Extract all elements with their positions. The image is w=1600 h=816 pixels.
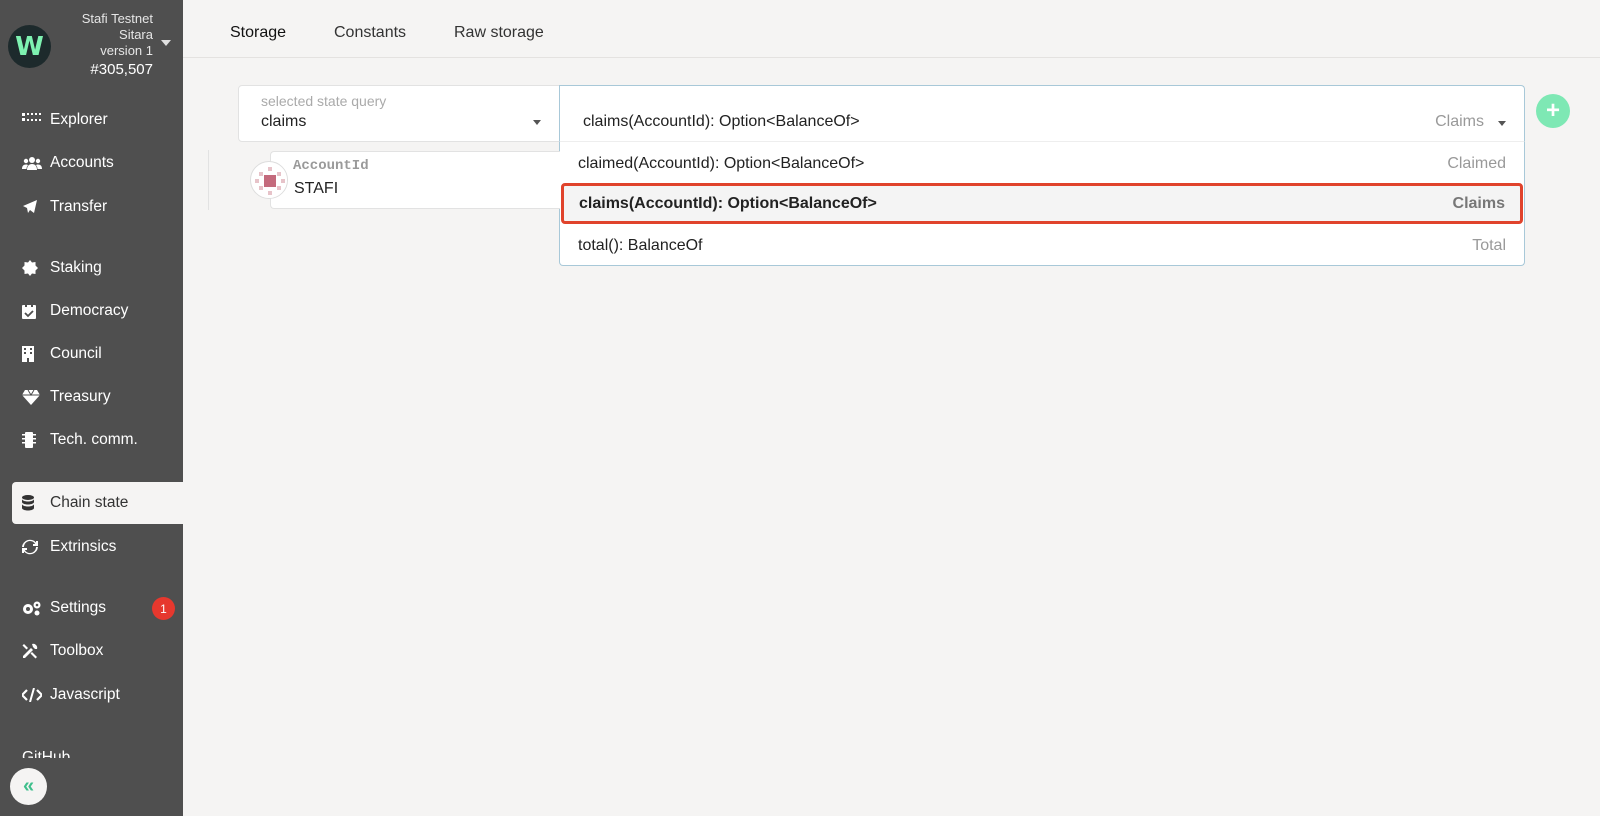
chain-name-line1: Stafi Testnet [81, 11, 153, 26]
chain-version: version 1 [100, 43, 153, 58]
chain-logo: W [8, 25, 51, 68]
tab-bar: Storage Constants Raw storage [183, 0, 1600, 58]
method-select-value: claims(AccountId): Option<BalanceOf> [583, 113, 860, 130]
sidebar-item-label: Treasury [50, 388, 111, 405]
method-select[interactable]: claims(AccountId): Option<BalanceOf> Cla… [559, 85, 1525, 142]
dropdown-option-claims[interactable]: claims(AccountId): Option<BalanceOf> Cla… [561, 183, 1523, 224]
sidebar-item-settings[interactable]: Settings 1 [12, 587, 183, 629]
sidebar-item-chain-state[interactable]: Chain state [12, 482, 183, 524]
add-query-button[interactable]: + [1536, 94, 1570, 128]
option-section: Claims [1452, 194, 1505, 212]
sidebar-item-treasury[interactable]: Treasury [12, 376, 183, 418]
sidebar-item-tech-comm[interactable]: Tech. comm. [12, 419, 183, 461]
notification-badge: 1 [152, 597, 175, 620]
sidebar-item-javascript[interactable]: Javascript [12, 674, 183, 716]
dropdown-option-total[interactable]: total(): BalanceOf Total [560, 225, 1524, 266]
microchip-icon [22, 431, 46, 449]
sidebar-item-accounts[interactable]: Accounts [12, 142, 183, 184]
module-select-label: selected state query [261, 93, 387, 109]
block-number: #305,507 [90, 61, 153, 78]
calendar-check-icon [22, 302, 46, 320]
sidebar-item-extrinsics[interactable]: Extrinsics [12, 526, 183, 568]
sidebar-item-label: Settings [50, 599, 107, 616]
sidebar: W Stafi Testnet Sitara version 1 #305,50… [0, 0, 183, 816]
sidebar-item-label: Explorer [50, 111, 108, 128]
module-select-value: claims [261, 113, 307, 130]
sidebar-item-staking[interactable]: Staking [12, 247, 183, 289]
database-icon [22, 494, 46, 512]
account-id-label: AccountId [293, 158, 369, 174]
chevron-down-icon[interactable] [161, 40, 171, 46]
sidebar-item-council[interactable]: Council [12, 333, 183, 375]
param-divider [208, 150, 209, 210]
plus-icon: + [1545, 97, 1560, 124]
option-method: claimed(AccountId): Option<BalanceOf> [578, 154, 865, 172]
sidebar-item-transfer[interactable]: Transfer [12, 186, 183, 228]
sidebar-item-label: Transfer [50, 198, 108, 215]
sidebar-item-label: Javascript [50, 686, 120, 703]
sidebar-item-label: Staking [50, 259, 102, 276]
identicon-icon [250, 161, 288, 199]
chain-info[interactable]: W Stafi Testnet Sitara version 1 #305,50… [0, 0, 183, 88]
option-section: Claimed [1447, 154, 1506, 172]
chain-name-line2: Sitara [119, 27, 153, 42]
method-select-section: Claims [1435, 113, 1484, 130]
building-icon [22, 345, 46, 363]
chevron-down-icon [533, 120, 541, 125]
sync-icon [22, 538, 46, 556]
sidebar-item-label: Extrinsics [50, 538, 117, 555]
sidebar-item-label: Tech. comm. [50, 431, 138, 448]
chain-name: Stafi Testnet Sitara version 1 [82, 11, 153, 59]
sidebar-item-label: Council [50, 345, 102, 362]
gem-icon [22, 388, 46, 406]
sidebar-item-toolbox[interactable]: Toolbox [12, 630, 183, 672]
sidebar-item-democracy[interactable]: Democracy [12, 290, 183, 332]
option-method: total(): BalanceOf [578, 236, 703, 254]
module-select[interactable]: selected state query claims [238, 85, 560, 142]
certificate-icon [22, 259, 46, 277]
collapse-sidebar-button[interactable]: « [10, 768, 47, 805]
sidebar-item-explorer[interactable]: Explorer [12, 99, 183, 141]
paper-plane-icon [22, 198, 46, 216]
method-dropdown: claimed(AccountId): Option<BalanceOf> Cl… [559, 141, 1525, 266]
cogs-icon [22, 599, 46, 617]
sidebar-item-label: Toolbox [50, 642, 104, 659]
tab-raw-storage[interactable]: Raw storage [454, 24, 544, 42]
sidebar-item-label: Democracy [50, 302, 129, 319]
sidebar-item-label: Accounts [50, 154, 114, 171]
chevron-down-icon [1498, 121, 1506, 126]
tab-storage[interactable]: Storage [230, 24, 286, 42]
sidebar-item-github-partial[interactable]: GitHub [22, 746, 70, 758]
account-id-value: STAFI [294, 180, 339, 197]
users-icon [22, 154, 46, 172]
tools-icon [22, 642, 46, 660]
explorer-icon [22, 111, 46, 129]
option-section: Total [1472, 236, 1506, 254]
code-icon [22, 686, 46, 704]
tab-constants[interactable]: Constants [334, 24, 406, 42]
double-chevron-left-icon: « [22, 775, 35, 797]
option-method: claims(AccountId): Option<BalanceOf> [579, 194, 877, 212]
sidebar-item-label: Chain state [50, 494, 129, 511]
dropdown-option-claimed[interactable]: claimed(AccountId): Option<BalanceOf> Cl… [560, 143, 1524, 184]
chain-logo-letter: W [15, 31, 44, 62]
account-id-input[interactable]: AccountId STAFI [270, 151, 560, 209]
